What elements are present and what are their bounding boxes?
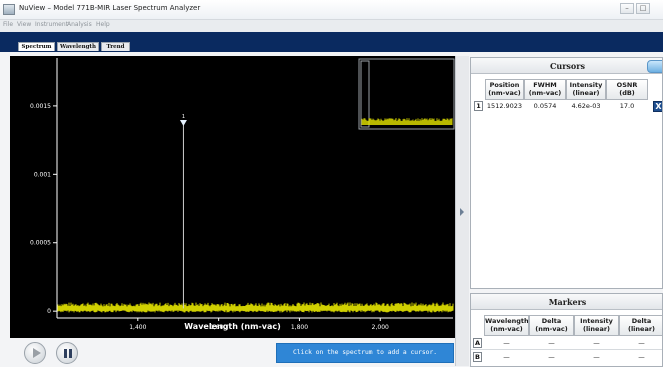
marker-row-label: B xyxy=(473,352,482,362)
window-title: NuView – Model 771B-MIR Laser Spectrum A… xyxy=(19,4,201,12)
close-icon: X xyxy=(655,102,662,111)
markers-panel: Markers Wavelength (nm-vac) Delta (nm-vac)… xyxy=(470,293,663,367)
cursors-col-intensity: Intensity (linear) xyxy=(566,79,606,100)
pause-button[interactable] xyxy=(56,342,78,364)
menu-help[interactable]: Help xyxy=(96,21,110,28)
markers-title: Markers xyxy=(471,294,662,310)
marker-intensity: — xyxy=(593,339,600,347)
y-tick-label: 0.0015 xyxy=(30,103,51,110)
marker-delta: — xyxy=(548,353,555,361)
hint-banner: Click on the spectrum to add a cursor. xyxy=(276,343,454,363)
marker-delta-linear: — xyxy=(638,353,645,361)
tab-wavelength[interactable]: Wavelength xyxy=(57,42,99,51)
delete-cursor-button[interactable]: X xyxy=(653,101,662,112)
y-tick-label: 0 xyxy=(47,308,51,315)
chevron-right-icon[interactable] xyxy=(460,208,464,216)
cursor-intensity: 4.62e-03 xyxy=(571,102,601,110)
menu-instrument[interactable]: Instrument xyxy=(35,21,68,28)
y-tick-label: 0.001 xyxy=(34,171,51,178)
noise-floor-trace xyxy=(57,302,454,313)
markers-col-intensity: Intensity (linear) xyxy=(574,315,619,336)
marker-intensity: — xyxy=(593,353,600,361)
panel-splitter[interactable] xyxy=(455,56,469,366)
table-row[interactable]: 1 1512.9023 0.0574 4.62e-03 17.0 X xyxy=(471,100,662,112)
marker-delta: — xyxy=(548,339,555,347)
cursors-col-position: Position (nm-vac) xyxy=(485,79,524,100)
cursors-col-osnr: OSNR (dB) xyxy=(606,79,648,100)
cursor-row-index: 1 xyxy=(474,101,483,111)
cursor-marker-arrow xyxy=(179,120,187,127)
menu-analysis[interactable]: Analysis xyxy=(67,21,92,28)
markers-col-delta-linear: Delta (linear) xyxy=(619,315,662,336)
maximize-button[interactable]: □ xyxy=(636,3,650,14)
run-button[interactable] xyxy=(24,342,46,364)
markers-col-wavelength: Wavelength (nm-vac) xyxy=(484,315,529,336)
marker-delta-linear: — xyxy=(638,339,645,347)
cursor-fwhm: 0.0574 xyxy=(533,102,557,110)
cursor-osnr: 17.0 xyxy=(619,102,635,110)
menu-view[interactable]: View xyxy=(17,21,31,28)
marker-wavelength: — xyxy=(503,339,510,347)
play-icon xyxy=(33,348,41,358)
cursor-position: 1512.9023 xyxy=(486,102,523,110)
spectrum-plot[interactable]: 0 0.0005 0.001 0.0015 1,400 1,600 1,800 2,000 1 … xyxy=(10,56,455,338)
marker-wavelength: — xyxy=(503,353,510,361)
table-row[interactable]: B — — — — xyxy=(471,351,662,364)
cursors-col-fwhm: FWHM (nm-vac) xyxy=(524,79,566,100)
cursors-panel: Cursors Position (nm-vac) FWHM (nm-vac) In… xyxy=(470,57,663,289)
menu-bar: File View Instrument Analysis Help xyxy=(0,20,663,32)
overview-inset xyxy=(358,58,455,130)
app-icon xyxy=(3,4,15,15)
x-axis-label: Wavelength (nm-vac) xyxy=(184,322,281,331)
table-row[interactable]: A — — — — xyxy=(471,337,662,350)
minimize-button[interactable]: – xyxy=(620,3,634,14)
tab-trend[interactable]: Trend xyxy=(101,42,130,51)
marker-row-label: A xyxy=(473,338,482,348)
cursors-title: Cursors xyxy=(471,58,662,74)
settings-icon[interactable] xyxy=(647,60,662,73)
title-bar: NuView – Model 771B-MIR Laser Spectrum A… xyxy=(0,0,663,20)
menu-file[interactable]: File xyxy=(3,21,13,28)
app-window: NuView – Model 771B-MIR Laser Spectrum A… xyxy=(0,0,663,367)
spectrum-plot-svg[interactable]: 00.00050.0010.00151,400 1,600 1,800 2,0001 xyxy=(10,56,455,338)
cursor-marker-label: 1 xyxy=(182,114,185,120)
markers-col-delta: Delta (nm-vac) xyxy=(529,315,574,336)
tab-strip: Spectrum Wavelength Trend xyxy=(0,32,663,52)
y-tick-label: 0.0005 xyxy=(30,240,51,247)
tab-spectrum[interactable]: Spectrum xyxy=(18,42,55,51)
